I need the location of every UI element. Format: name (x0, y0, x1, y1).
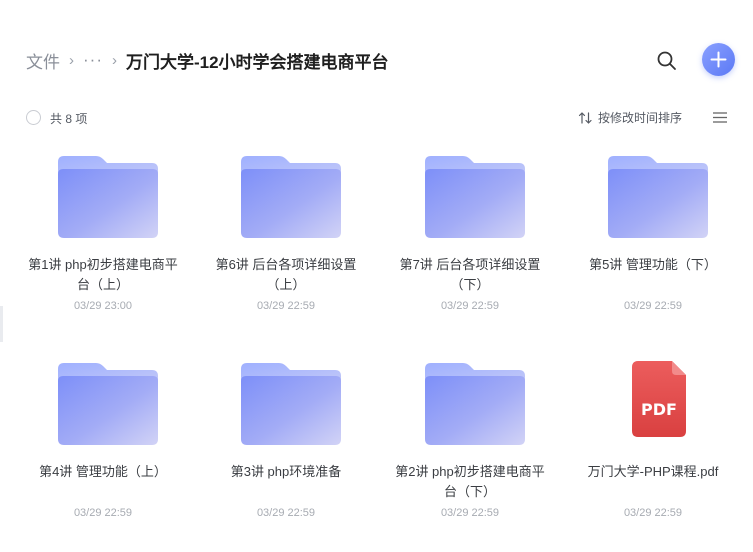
plus-icon (710, 51, 727, 68)
folder-icon (56, 355, 160, 445)
file-date: 03/29 22:59 (623, 300, 683, 312)
file-name: 万门大学-PHP课程.pdf (587, 464, 719, 479)
file-date: 03/29 22:59 (440, 300, 500, 312)
file-item[interactable]: 第6讲 后台各项详细设置（上） 03/29 22:59 (211, 148, 361, 328)
pdf-badge-text: PDF (641, 400, 677, 419)
chevron-right-icon: › (111, 51, 117, 69)
folder-icon (423, 148, 527, 238)
file-date: 03/29 22:59 (256, 507, 316, 519)
page-title: 万门大学-12小时学会搭建电商平台 (125, 52, 389, 72)
file-name: 第6讲 后台各项详细设置（上） (215, 257, 357, 292)
folder-icon (606, 148, 710, 238)
file-name: 第2讲 php初步搭建电商平台（下） (395, 464, 545, 499)
search-icon (657, 51, 676, 70)
file-name: 第5讲 管理功能（下） (589, 257, 717, 272)
file-date: 03/29 22:59 (256, 300, 316, 312)
file-date: 03/29 22:59 (623, 507, 683, 519)
sort-icon (578, 111, 592, 124)
header: 文件 › ··· › 万门大学-12小时学会搭建电商平台 (0, 0, 753, 120)
folder-icon (239, 355, 343, 445)
file-item[interactable]: 第7讲 后台各项详细设置（下） 03/29 22:59 (395, 148, 545, 328)
file-name: 第1讲 php初步搭建电商平台（上） (28, 257, 178, 292)
folder-icon (56, 148, 160, 238)
chevron-right-icon: › (69, 51, 74, 69)
item-count: 共 8 项 (50, 112, 88, 126)
pdf-icon: PDF (606, 355, 710, 445)
file-date: 03/29 23:00 (73, 300, 133, 312)
folder-icon (423, 355, 527, 445)
file-item[interactable]: 第2讲 php初步搭建电商平台（下） 03/29 22:59 (395, 355, 545, 535)
sort-label: 按修改时间排序 (598, 111, 683, 125)
file-date: 03/29 22:59 (73, 507, 133, 519)
file-name: 第4讲 管理功能（上） (39, 464, 167, 479)
breadcrumb: 文件 › ··· › 万门大学-12小时学会搭建电商平台 (26, 46, 389, 74)
file-item[interactable]: 第1讲 php初步搭建电商平台（上） 03/29 23:00 (28, 148, 178, 328)
folder-icon (239, 148, 343, 238)
sort-button[interactable]: 按修改时间排序 (578, 109, 682, 126)
file-item[interactable]: 第5讲 管理功能（下） 03/29 22:59 (578, 148, 728, 328)
file-item[interactable]: 第3讲 php环境准备 03/29 22:59 (211, 355, 361, 535)
file-item[interactable]: 第4讲 管理功能（上） 03/29 22:59 (28, 355, 178, 535)
file-item[interactable]: PDF 万门大学-PHP课程.pdf 03/29 22:59 (578, 355, 728, 535)
breadcrumb-more-button[interactable]: ··· (83, 50, 103, 70)
file-name: 第3讲 php环境准备 (230, 464, 342, 479)
menu-lines-icon (713, 112, 727, 123)
file-name: 第7讲 后台各项详细设置（下） (399, 257, 541, 292)
file-date: 03/29 22:59 (440, 507, 500, 519)
list-view-button[interactable] (712, 111, 728, 124)
left-edge-handle (0, 306, 3, 342)
select-all-checkbox[interactable] (26, 110, 41, 125)
list-toolbar: 共 8 项 按修改时间排序 (0, 104, 753, 130)
search-button[interactable] (654, 48, 680, 74)
breadcrumb-root-link[interactable]: 文件 (26, 48, 60, 73)
add-button[interactable] (702, 43, 735, 76)
